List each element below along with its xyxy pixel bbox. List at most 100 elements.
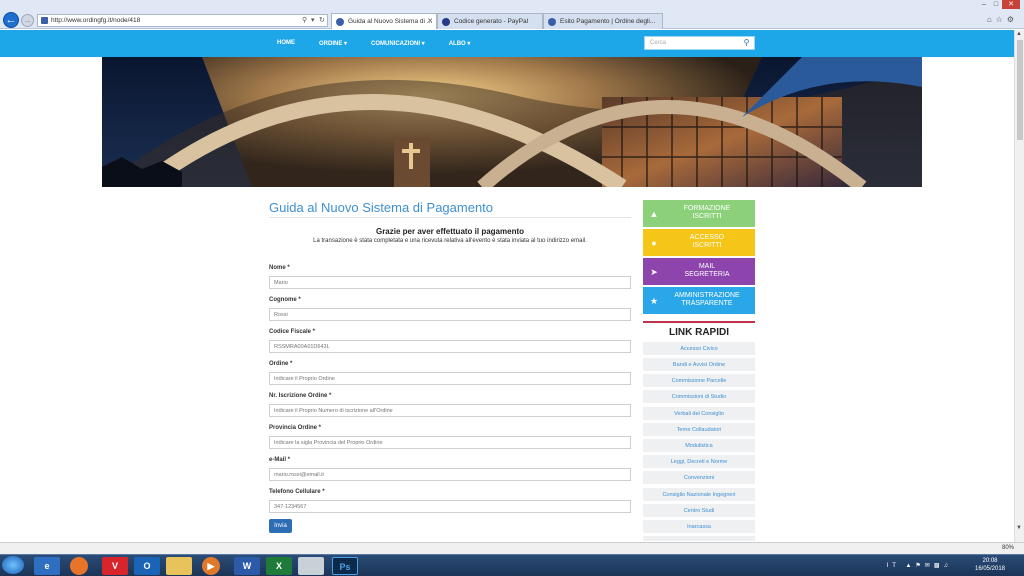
formazione-iscritti-button[interactable]: ▲ FORMAZIONE ISCRITTI [643, 200, 755, 227]
menu-ordine[interactable]: ORDINE ▾ [319, 40, 347, 47]
status-bar: 80% [0, 542, 1024, 554]
star-icon: ★ [649, 296, 659, 306]
menu-albo[interactable]: ALBO ▾ [449, 40, 471, 47]
firefox-icon[interactable] [70, 557, 88, 575]
amministrazione-trasparente-button[interactable]: ★ AMMINISTRAZIONE TRASPARENTE [643, 287, 755, 314]
tab-favicon-icon [336, 18, 344, 26]
language-indicator[interactable]: IT [887, 563, 900, 569]
telefono-field[interactable] [269, 500, 631, 513]
clock-time: 20:08 [982, 558, 998, 564]
refresh-icon[interactable]: ↻ [319, 16, 325, 24]
vertical-scrollbar[interactable]: ▲ ▼ [1014, 30, 1024, 542]
button-line1: ACCESSO [689, 234, 725, 241]
title-divider [269, 217, 631, 218]
ordine-field[interactable] [269, 372, 631, 385]
tab-paypal[interactable]: Codice generato - PayPal [437, 13, 543, 29]
tab-favicon-icon [548, 18, 556, 26]
email-label: e-Mail * [269, 457, 291, 463]
quick-link[interactable]: Consiglio Nazionale Ingegneri [643, 488, 755, 502]
close-window-icon[interactable]: ✕ [1002, 0, 1020, 9]
window-controls: – □ ✕ [978, 0, 1020, 9]
site-search[interactable]: Cerca ⚲ [644, 36, 755, 50]
clock[interactable]: 20:08 16/05/2018 [960, 557, 1020, 573]
close-tab-icon[interactable]: ✕ [427, 17, 433, 25]
address-bar[interactable]: http://www.ordingfg.it/node/418 ⚲ ▾ ↻ [37, 14, 328, 27]
telefono-label: Telefono Cellulare * [269, 489, 325, 495]
back-button[interactable]: ← [3, 12, 19, 28]
site-favicon-icon [41, 17, 48, 24]
codice-fiscale-field[interactable] [269, 340, 631, 353]
scroll-thumb[interactable] [1017, 40, 1023, 140]
quick-link[interactable]: Centro Studi [643, 504, 755, 518]
url-text[interactable]: http://www.ordingfg.it/node/418 [51, 17, 140, 24]
quick-link[interactable]: Terne Collaudatori [643, 423, 755, 437]
menu-comunicazioni[interactable]: COMUNICAZIONI ▾ [371, 40, 425, 47]
button-line1: FORMAZIONE [683, 205, 731, 212]
iscrizione-field[interactable] [269, 404, 631, 417]
search-input[interactable]: Cerca [650, 40, 666, 46]
hero-banner [102, 57, 922, 187]
tab-esito[interactable]: Esito Pagamento | Ordine degli... [543, 13, 663, 29]
codice-fiscale-label: Codice Fiscale * [269, 329, 316, 335]
word-icon[interactable]: W [234, 557, 260, 575]
link-rapidi-heading: LINK RAPIDI [643, 321, 755, 338]
tab-guida[interactable]: Guida al Nuovo Sistema di ... ✕ [331, 13, 437, 29]
quick-link[interactable]: Accesso Civico [643, 342, 755, 356]
start-button[interactable] [2, 556, 24, 574]
search-icon[interactable]: ⚲ [741, 38, 752, 48]
media-player-icon[interactable]: ▶ [202, 557, 220, 575]
site-navbar: HOME ORDINE ▾ COMUNICAZIONI ▾ ALBO ▾ [0, 30, 1014, 57]
vivaldi-icon[interactable]: V [102, 557, 128, 575]
browser-toolbar-icons[interactable]: ⌂☆⚙ [987, 15, 1018, 24]
zoom-level[interactable]: 80% [1002, 545, 1014, 551]
mail-segreteria-button[interactable]: ➤ MAIL SEGRETERIA [643, 258, 755, 285]
forward-button[interactable]: → [21, 14, 34, 27]
user-icon: ● [651, 238, 657, 248]
main-menu: HOME ORDINE ▾ COMUNICAZIONI ▾ ALBO ▾ [277, 40, 494, 47]
tab-title: Esito Pagamento | Ordine degli... [560, 18, 656, 25]
accesso-iscritti-button[interactable]: ● ACCESSO ISCRITTI [643, 229, 755, 256]
internet-explorer-icon[interactable]: e [34, 557, 60, 575]
outlook-icon[interactable]: O [134, 557, 160, 575]
button-line2: ISCRITTI [692, 242, 722, 249]
quick-link[interactable]: Leggi, Decreti e Norme [643, 455, 755, 469]
ordine-label: Ordine * [269, 361, 293, 367]
quick-link[interactable]: Verbali del Consiglio [643, 407, 755, 421]
search-icon[interactable]: ⚲ [302, 16, 307, 24]
button-line2: TRASPARENTE [681, 300, 733, 307]
quick-link[interactable]: Modulistica [643, 439, 755, 453]
cognome-label: Cognome * [269, 297, 301, 303]
button-line2: ISCRITTI [692, 213, 722, 220]
scroll-up-icon[interactable]: ▲ [1016, 31, 1022, 37]
quick-link[interactable]: Convenzioni [643, 471, 755, 485]
provincia-field[interactable] [269, 436, 631, 449]
page-title: Guida al Nuovo Sistema di Pagamento [269, 200, 494, 215]
graduation-cap-icon: ▲ [649, 209, 659, 219]
clock-date: 16/05/2018 [974, 566, 1006, 572]
submit-button[interactable]: Invia [269, 519, 292, 533]
email-field[interactable] [269, 468, 631, 481]
browser-chrome: ← → http://www.ordingfg.it/node/418 ⚲ ▾ … [0, 0, 1024, 29]
quick-link[interactable]: Bandi e Avvisi Ordine [643, 358, 755, 372]
system-tray[interactable]: IT ▲⚑✉▩♫ [887, 562, 952, 569]
tab-title: Codice generato - PayPal [454, 18, 529, 25]
notepad-icon[interactable] [298, 557, 324, 575]
folder-icon[interactable] [166, 557, 192, 575]
quick-link[interactable]: Commissioni di Studio [643, 390, 755, 404]
paper-plane-icon: ➤ [650, 267, 658, 277]
quick-link[interactable]: Commissione Parcelle [643, 374, 755, 388]
maximize-icon[interactable]: □ [990, 0, 1002, 9]
cognome-field[interactable] [269, 308, 631, 321]
church-interior-image [102, 57, 922, 187]
nome-field[interactable] [269, 276, 631, 289]
dropdown-icon[interactable]: ▾ [311, 16, 315, 24]
menu-home[interactable]: HOME [277, 40, 295, 47]
scroll-down-icon[interactable]: ▼ [1016, 525, 1022, 531]
quick-link[interactable]: Inarcassa [643, 520, 755, 534]
thanks-message: La transazione è stata completata e una … [313, 238, 587, 244]
excel-icon[interactable]: X [266, 557, 292, 575]
minimize-icon[interactable]: – [978, 0, 990, 9]
button-line1: MAIL [698, 263, 716, 270]
photoshop-icon[interactable]: Ps [332, 557, 358, 575]
taskbar: e V O ▶ W X Ps IT ▲⚑✉▩♫ 20:08 16/05/2018 [0, 554, 1024, 576]
